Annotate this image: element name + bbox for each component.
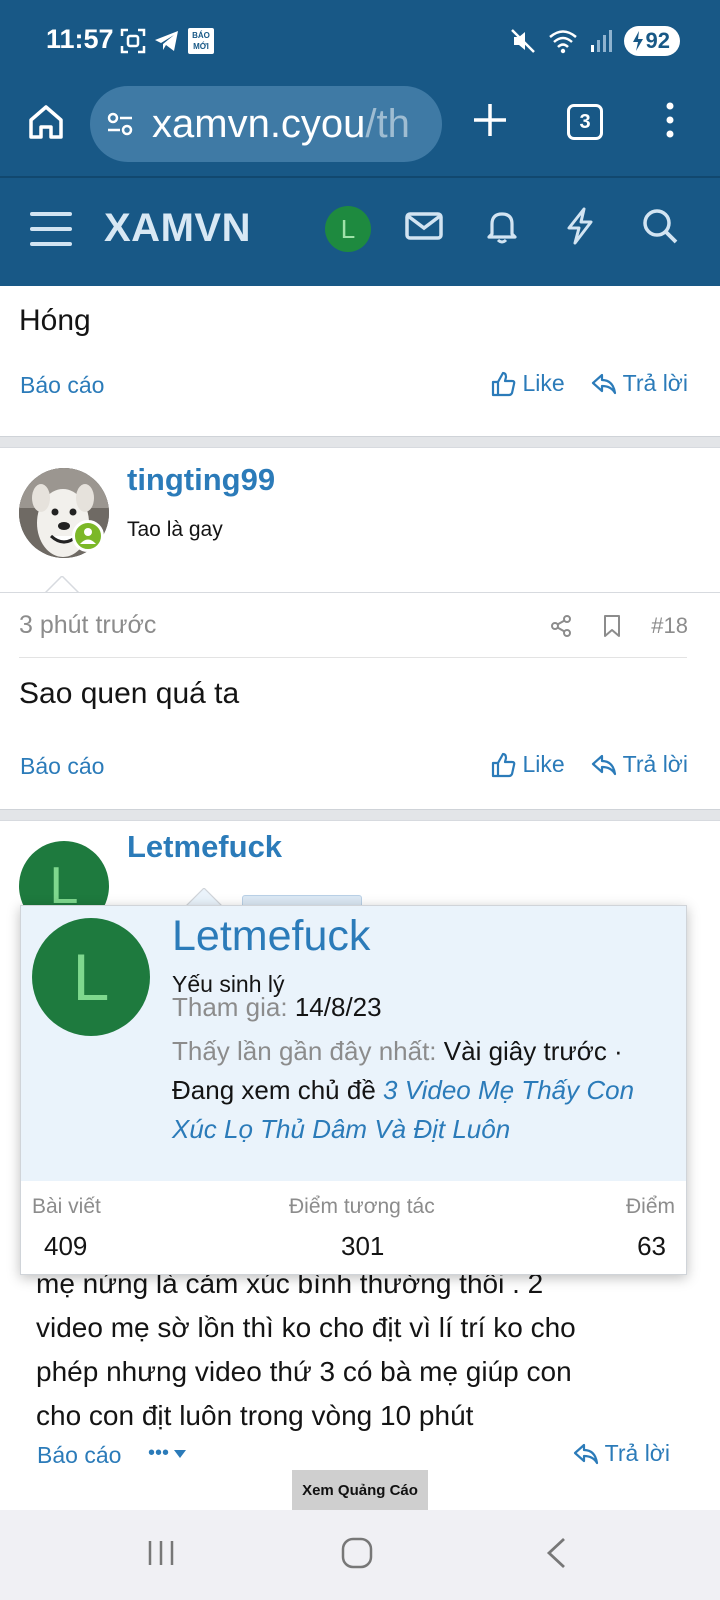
bell-icon[interactable]: [482, 206, 522, 246]
thread-link[interactable]: 3 Video Mẹ Thấy Con: [383, 1075, 634, 1105]
battery-indicator: 92: [623, 26, 680, 56]
site-logo[interactable]: XAMVN: [104, 206, 251, 251]
url-text: xamvn.cyou/th: [152, 101, 410, 146]
url-bar[interactable]: xamvn.cyou/th: [90, 86, 442, 162]
stat-value[interactable]: 63: [637, 1231, 666, 1262]
report-link[interactable]: Báo cáo: [20, 372, 104, 399]
popup-arrow: [186, 888, 222, 906]
caret-down-icon: [174, 1449, 187, 1458]
popup-avatar[interactable]: L: [32, 918, 150, 1036]
bookmark-icon[interactable]: [601, 614, 623, 638]
hamburger-menu-icon[interactable]: [30, 212, 72, 246]
stat-label: Điểm: [625, 1195, 675, 1218]
reply-button[interactable]: Trả lời: [591, 370, 688, 397]
more-menu-icon[interactable]: [660, 100, 680, 140]
like-button[interactable]: Like: [490, 751, 565, 778]
new-tab-icon[interactable]: [470, 100, 510, 140]
browser-toolbar: xamvn.cyou/th 3: [0, 82, 720, 176]
thread-link[interactable]: Xúc Lọ Thủ Dâm Và Địt Luôn: [172, 1114, 510, 1144]
post-text: Sao quen quá ta: [19, 677, 240, 710]
post-separator: [0, 436, 720, 448]
inbox-icon[interactable]: [404, 206, 444, 246]
site-settings-icon[interactable]: [104, 108, 136, 140]
post-number[interactable]: #18: [651, 613, 688, 639]
telegram-icon: [155, 31, 178, 51]
thumbs-up-icon: [492, 752, 516, 777]
post-time[interactable]: 3 phút trước: [19, 611, 156, 640]
home-nav-icon[interactable]: [340, 1536, 374, 1570]
share-icon[interactable]: [549, 614, 573, 638]
view-ad-button[interactable]: Xem Quảng Cáo: [292, 1470, 428, 1510]
online-status-badge: [72, 520, 104, 552]
tab-switcher-button[interactable]: 3: [567, 104, 603, 140]
back-icon[interactable]: [544, 1536, 568, 1570]
like-button[interactable]: Like: [490, 370, 565, 397]
reply-button[interactable]: Trả lời: [573, 1440, 670, 1467]
report-link[interactable]: Báo cáo: [20, 753, 104, 780]
reply-button[interactable]: Trả lời: [591, 751, 688, 778]
post-previous: Hóng Báo cáo Like Trả lời: [0, 286, 720, 436]
reply-icon: [573, 1443, 598, 1464]
account-avatar[interactable]: L: [325, 206, 371, 252]
post-separator: [0, 809, 720, 821]
user-icon: [80, 528, 96, 544]
reply-icon: [591, 373, 616, 394]
bao-moi-icon: BÁO MỚI: [188, 28, 214, 54]
status-time: 11:57: [46, 24, 114, 54]
post-text: Hóng: [19, 304, 91, 337]
thumbs-up-icon: [492, 371, 516, 396]
username[interactable]: tingting99: [127, 462, 275, 498]
stat-label: Bài viết: [32, 1195, 101, 1218]
popup-joined: Tham gia: 14/8/23: [172, 992, 382, 1022]
stat-label: Điểm tương tác: [289, 1195, 435, 1218]
popup-last-seen: Thấy lần gần đây nhất: Vài giây trước · …: [172, 1036, 635, 1144]
more-options-button[interactable]: •••: [148, 1442, 187, 1465]
screenshot-icon: [120, 28, 146, 54]
signal-icon: [590, 30, 612, 52]
wifi-icon: [548, 30, 577, 54]
search-icon[interactable]: [640, 206, 680, 246]
charging-icon: [632, 31, 643, 51]
post-text: mẹ nứng là cảm xúc bình thường thôi . 2 …: [36, 1268, 576, 1431]
report-link[interactable]: Báo cáo: [37, 1442, 121, 1469]
post-18-user-header: tingting99 Tao là gay: [0, 448, 720, 593]
username[interactable]: Letmefuck: [127, 829, 282, 865]
member-tooltip: L Letmefuck Yếu sinh lý Tham gia: 14/8/2…: [20, 905, 687, 1275]
home-icon[interactable]: [26, 102, 66, 142]
popup-stats: Bài viết 409 Điểm tương tác 301 Điểm 63: [21, 1181, 686, 1274]
recent-apps-icon[interactable]: [146, 1538, 176, 1568]
lightning-icon[interactable]: [560, 206, 600, 246]
popup-username[interactable]: Letmefuck: [172, 912, 370, 961]
stat-value[interactable]: 301: [341, 1231, 384, 1262]
user-title: Tao là gay: [127, 518, 223, 541]
reply-icon: [591, 754, 616, 775]
post-18-body: 3 phút trước #18 Sao quen quá ta Báo cáo…: [0, 593, 720, 809]
stat-value[interactable]: 409: [44, 1231, 87, 1262]
system-nav-bar: [0, 1510, 720, 1600]
site-header: XAMVN L: [0, 176, 720, 286]
status-bar: 11:57 BÁO MỚI 92: [0, 0, 720, 82]
mute-icon: [510, 29, 535, 53]
